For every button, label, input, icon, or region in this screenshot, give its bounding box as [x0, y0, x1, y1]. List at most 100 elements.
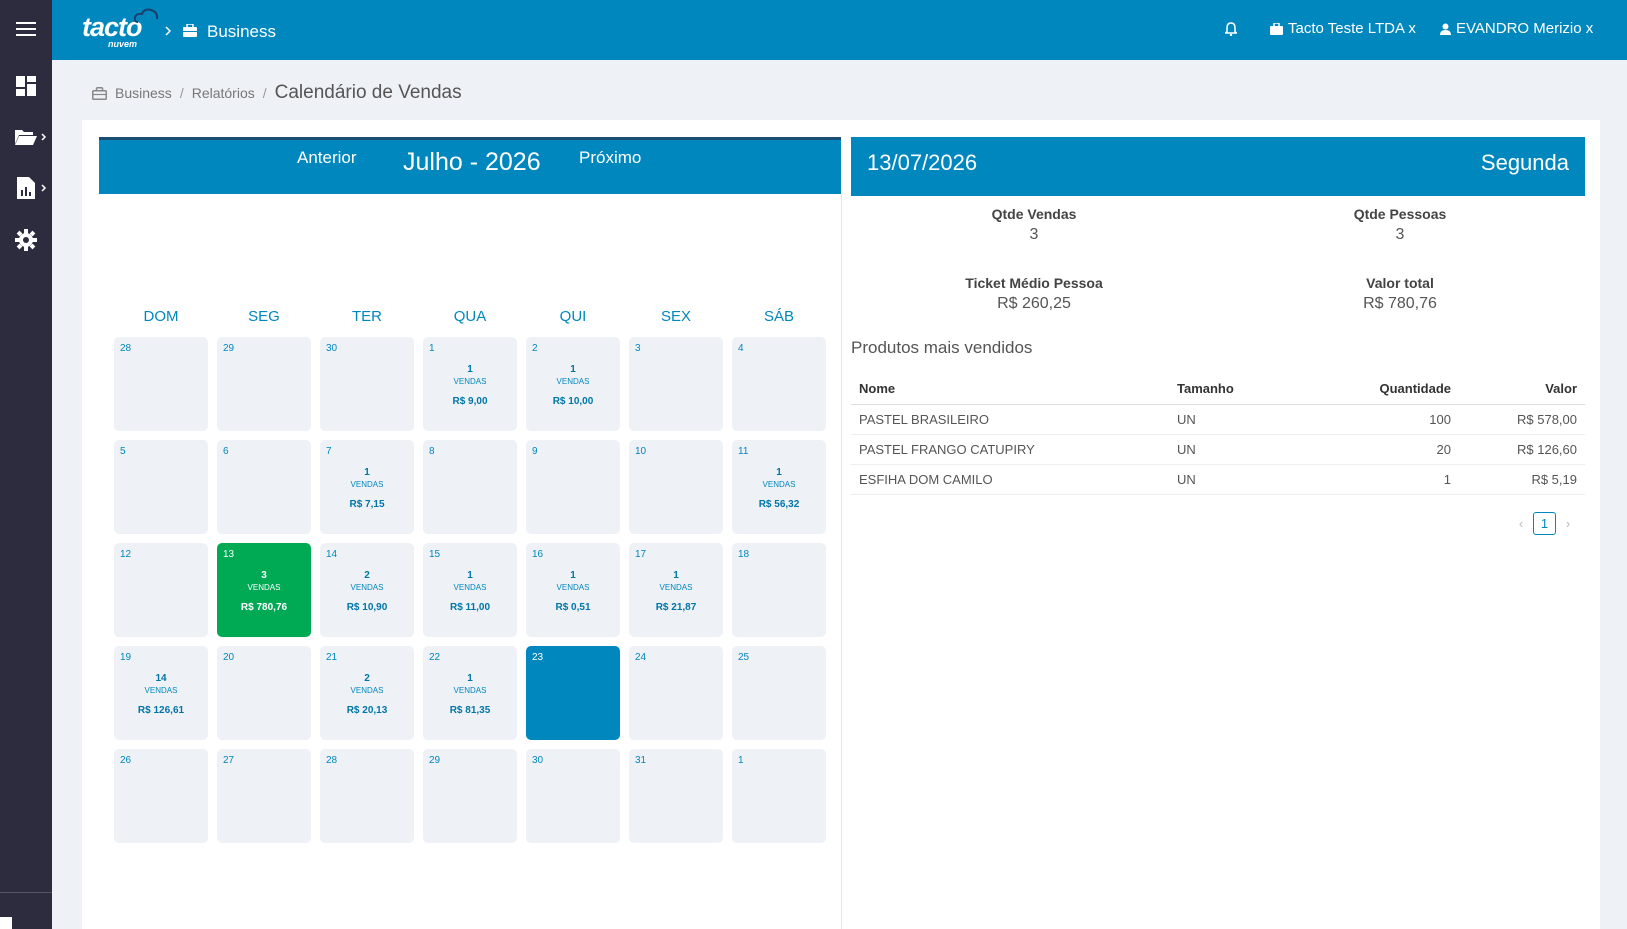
company-selector[interactable]: Tacto Teste LTDA x — [1270, 20, 1416, 37]
calendar-day[interactable]: 17 1 VENDAS R$ 21,87 — [629, 543, 723, 637]
calendar-day[interactable]: 8 — [423, 440, 517, 534]
column-header-tamanho[interactable]: Tamanho — [1169, 374, 1319, 405]
table-row[interactable]: PASTEL BRASILEIRO UN 100 R$ 578,00 — [851, 404, 1585, 435]
calendar-day[interactable]: 27 — [217, 749, 311, 843]
calendar-day[interactable]: 28 — [320, 749, 414, 843]
next-page-icon[interactable]: › — [1562, 516, 1574, 531]
calendar-day[interactable]: 29 — [423, 749, 517, 843]
cell-tamanho: UN — [1169, 434, 1319, 465]
calendar-header: Anterior Julho - 2026 Próximo — [99, 137, 841, 194]
cell-nome: PASTEL FRANGO CATUPIRY — [851, 434, 1169, 465]
calendar-day[interactable]: 2 1 VENDAS R$ 10,00 — [526, 337, 620, 431]
user-menu[interactable]: EVANDRO Merizio x — [1440, 20, 1593, 37]
day-sales-count: 1 — [570, 570, 576, 581]
table-row[interactable]: ESFIHA DOM CAMILO UN 1 R$ 5,19 — [851, 464, 1585, 495]
day-sales-label: VENDAS — [556, 377, 590, 386]
weekday-row: DOM SEG TER QUA QUI SEX SÁB — [114, 308, 826, 328]
calendar-day[interactable]: 16 1 VENDAS R$ 0,51 — [526, 543, 620, 637]
calendar-day[interactable]: 10 — [629, 440, 723, 534]
calendar-day[interactable]: 20 — [217, 646, 311, 740]
gear-icon[interactable] — [0, 220, 52, 260]
products-title: Produtos mais vendidos — [851, 338, 1033, 357]
bell-icon[interactable] — [1225, 22, 1237, 36]
calendar-day[interactable]: 21 2 VENDAS R$ 20,13 — [320, 646, 414, 740]
app-name[interactable]: Business — [207, 22, 276, 42]
month-title: Julho - 2026 — [403, 148, 541, 176]
calendar-day[interactable]: 4 — [732, 337, 826, 431]
day-number: 27 — [223, 755, 235, 766]
selected-weekday: Segunda — [1480, 150, 1569, 175]
calendar-day[interactable]: 1 1 VENDAS R$ 9,00 — [423, 337, 517, 431]
day-number: 30 — [326, 343, 338, 354]
prev-page-icon[interactable]: ‹ — [1515, 516, 1527, 531]
cell-nome: ESFIHA DOM CAMILO — [851, 464, 1169, 495]
calendar-day[interactable]: 26 — [114, 749, 208, 843]
day-sales-value: R$ 780,76 — [240, 602, 288, 613]
calendar-day[interactable]: 30 — [320, 337, 414, 431]
column-header-nome[interactable]: Nome — [851, 374, 1169, 405]
calendar-day[interactable]: 18 — [732, 543, 826, 637]
calendar-day[interactable]: 25 — [732, 646, 826, 740]
calendar-day[interactable]: 28 — [114, 337, 208, 431]
calendar-day[interactable]: 3 — [629, 337, 723, 431]
day-number: 31 — [635, 755, 647, 766]
chevron-right-icon — [41, 133, 47, 141]
user-icon — [1440, 23, 1451, 35]
chevron-right-icon — [41, 184, 47, 192]
cell-valor: R$ 5,19 — [1459, 464, 1585, 495]
table-row[interactable]: PASTEL FRANGO CATUPIRY UN 20 R$ 126,60 — [851, 434, 1585, 465]
weekday-label: QUA — [453, 308, 487, 325]
column-header-quantidade[interactable]: Quantidade — [1319, 374, 1459, 405]
breadcrumb-business[interactable]: Business — [115, 85, 172, 101]
day-number: 2 — [532, 343, 538, 354]
calendar-day[interactable]: 30 — [526, 749, 620, 843]
day-sales-label: VENDAS — [762, 480, 796, 489]
calendar-day[interactable]: 19 14 VENDAS R$ 126,61 — [114, 646, 208, 740]
day-number: 18 — [738, 549, 750, 560]
calendar-day[interactable]: 24 — [629, 646, 723, 740]
products-table: Nome Tamanho Quantidade Valor PASTEL BRA… — [851, 374, 1585, 495]
logo[interactable]: tacto nuvem — [82, 8, 159, 49]
day-number: 10 — [635, 446, 647, 457]
day-sales-count: 1 — [570, 364, 576, 375]
logout-icon[interactable] — [0, 917, 12, 929]
calendar-day[interactable]: 9 — [526, 440, 620, 534]
prev-month-button[interactable]: Anterior — [297, 148, 357, 168]
calendar-day[interactable]: 1 — [732, 749, 826, 843]
calendar-day[interactable]: 6 — [217, 440, 311, 534]
calendar-day[interactable]: 13 3 VENDAS R$ 780,76 — [217, 543, 311, 637]
cell-quantidade: 1 — [1319, 464, 1459, 495]
calendar-day[interactable]: 5 — [114, 440, 208, 534]
day-number: 22 — [429, 652, 441, 663]
day-sales-label: VENDAS — [453, 377, 487, 386]
cell-tamanho: UN — [1169, 404, 1319, 435]
next-month-button[interactable]: Próximo — [579, 148, 641, 168]
weekday-label: TER — [352, 308, 382, 325]
dashboard-icon[interactable] — [0, 66, 52, 106]
calendar-day[interactable]: 11 1 VENDAS R$ 56,32 — [732, 440, 826, 534]
calendar-day[interactable]: 12 — [114, 543, 208, 637]
calendar-day[interactable]: 29 — [217, 337, 311, 431]
cell-quantidade: 20 — [1319, 434, 1459, 465]
stat-label: Valor total — [1366, 275, 1434, 291]
calendar-day[interactable]: 22 1 VENDAS R$ 81,35 — [423, 646, 517, 740]
day-sales-count: 1 — [467, 364, 473, 375]
day-sales-count: 14 — [155, 673, 167, 684]
day-number: 11 — [738, 446, 749, 457]
stat-valor-total: Valor total R$ 780,76 — [1250, 275, 1550, 313]
calendar-day[interactable]: 23 — [526, 646, 620, 740]
breadcrumb-relatorios[interactable]: Relatórios — [192, 85, 255, 101]
day-number: 9 — [532, 446, 538, 457]
calendar-day[interactable]: 14 2 VENDAS R$ 10,90 — [320, 543, 414, 637]
page-number[interactable]: 1 — [1533, 512, 1556, 535]
day-number: 23 — [532, 652, 544, 663]
day-sales-label: VENDAS — [453, 686, 487, 695]
calendar-day[interactable]: 7 1 VENDAS R$ 7,15 — [320, 440, 414, 534]
day-sales-count: 1 — [673, 570, 679, 581]
calendar-day[interactable]: 15 1 VENDAS R$ 11,00 — [423, 543, 517, 637]
menu-icon[interactable] — [0, 9, 52, 49]
cell-valor: R$ 578,00 — [1459, 404, 1585, 435]
calendar-day[interactable]: 31 — [629, 749, 723, 843]
day-sales-label: VENDAS — [144, 686, 178, 695]
column-header-valor[interactable]: Valor — [1459, 374, 1585, 405]
